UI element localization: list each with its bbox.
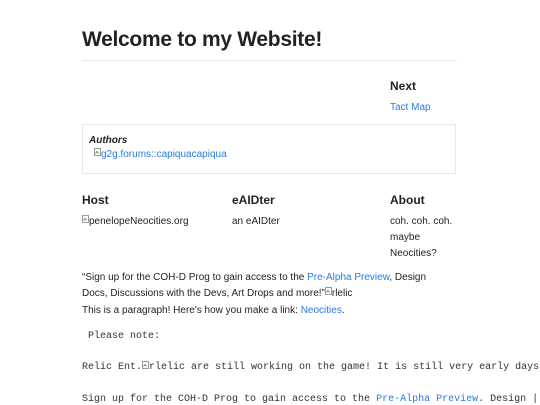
pre-line-1-end: are still working on the game! It is sti…: [185, 362, 540, 373]
about-line-2: maybe: [390, 232, 421, 243]
authors-image: g2g.forums::capiquacapiqua: [94, 148, 227, 160]
pre-line-2-end: . Design |: [478, 394, 539, 405]
quote-text-2: , Design: [389, 272, 427, 283]
broken-image-icon: [82, 215, 89, 223]
broken-image-icon: [94, 148, 101, 156]
host-heading: Host: [82, 193, 109, 207]
broken-image-icon: [142, 361, 150, 369]
pre-line-1-start: Relic Ent.: [82, 362, 143, 373]
quote-line-2: Docs, Discussions with the Devs, Art Dro…: [82, 287, 353, 299]
paragraph-end: .: [341, 305, 345, 316]
editor-heading: eAIDter: [232, 193, 275, 207]
pre-note: Please note:: [88, 331, 161, 342]
quote-text-3: Docs, Discussions with the Devs, Art Dro…: [82, 288, 325, 299]
paragraph-text: This is a paragraph! Here's how you make…: [82, 305, 301, 316]
host-image: penelopeNeocities.org: [82, 215, 189, 227]
title-divider: [82, 60, 457, 61]
tact-map-link[interactable]: Tact Map: [390, 102, 431, 113]
host-image-alt: penelopeNeocities.org: [89, 216, 189, 227]
pre-line-2-start: Sign up for the COH-D Prog to gain acces…: [82, 394, 377, 405]
page-title: Welcome to my Website!: [82, 28, 323, 51]
pre-alpha-preview-link[interactable]: Pre-Alpha Preview: [307, 272, 389, 283]
pre-line-2: Sign up for the COH-D Prog to gain acces…: [82, 394, 538, 405]
editor-text: an eAIDter: [232, 216, 280, 227]
about-heading: About: [390, 193, 425, 207]
next-heading: Next: [390, 79, 417, 93]
about-line-3: Neocities?: [390, 248, 437, 259]
broken-image-icon: [324, 287, 332, 295]
about-line-1: coh. coh. coh.: [390, 216, 453, 227]
quote-image-alt: rlelic: [331, 288, 353, 299]
neocities-link[interactable]: Neocities: [301, 305, 342, 316]
pre-line-1: Relic Ent. rlelic are still working on th…: [82, 361, 540, 373]
authors-heading: Authors: [89, 135, 128, 146]
authors-box: Authors g2g.forums::capiquacapiqua: [82, 124, 456, 174]
quote-line-1: “Sign up for the COH-D Prog to gain acce…: [82, 272, 426, 283]
pre-alpha-preview-link-2[interactable]: Pre-Alpha Preview: [376, 394, 478, 405]
authors-image-alt: g2g.forums::capiquacapiqua: [101, 149, 227, 160]
quote-text-1: “Sign up for the COH-D Prog to gain acce…: [82, 272, 308, 283]
paragraph: This is a paragraph! Here's how you make…: [82, 305, 345, 316]
pre-line-1-image-alt: rlelic: [149, 362, 186, 373]
